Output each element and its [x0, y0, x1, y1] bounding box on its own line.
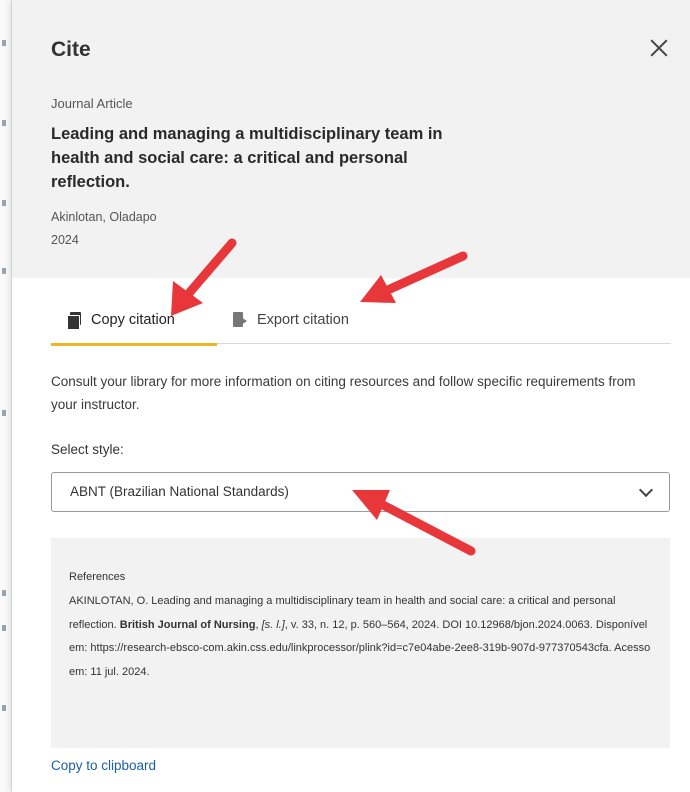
record-year: 2024 — [51, 233, 79, 247]
tab-copy-citation-label: Copy citation — [91, 312, 175, 328]
info-text: Consult your library for more informatio… — [51, 374, 636, 412]
citation-tabs: Copy citation Export citation — [51, 296, 671, 346]
dialog-title: Cite — [51, 38, 91, 61]
copy-to-clipboard-link[interactable]: Copy to clipboard — [51, 758, 156, 773]
close-icon[interactable] — [645, 34, 673, 62]
tab-export-citation-label: Export citation — [257, 312, 349, 328]
citation-style-value: ABNT (Brazilian National Standards) — [70, 484, 289, 499]
record-header: Cite Journal Article Leading and managin… — [12, 0, 690, 278]
citation-place: [s. l.] — [261, 618, 285, 631]
background-page-edge — [0, 0, 12, 792]
active-tab-indicator — [51, 343, 217, 346]
citation-heading: References — [69, 571, 126, 583]
citation-style-select[interactable]: ABNT (Brazilian National Standards) — [51, 472, 670, 512]
record-type: Journal Article — [51, 96, 133, 111]
citation-text: AKINLOTAN, O. Leading and managing a mul… — [69, 590, 659, 684]
export-icon — [233, 312, 247, 328]
copy-icon — [67, 312, 81, 330]
chevron-down-icon — [638, 482, 654, 498]
cite-dialog: Cite Journal Article Leading and managin… — [12, 0, 690, 792]
style-select-label: Select style: — [51, 442, 124, 457]
tab-copy-citation[interactable]: Copy citation — [51, 296, 217, 346]
citation-preview: References AKINLOTAN, O. Leading and man… — [51, 538, 670, 748]
tab-export-citation[interactable]: Export citation — [223, 296, 383, 344]
citation-journal: British Journal of Nursing — [119, 618, 256, 631]
record-author: Akinlotan, Oladapo — [51, 210, 157, 224]
record-title: Leading and managing a multidisciplinary… — [51, 125, 443, 191]
